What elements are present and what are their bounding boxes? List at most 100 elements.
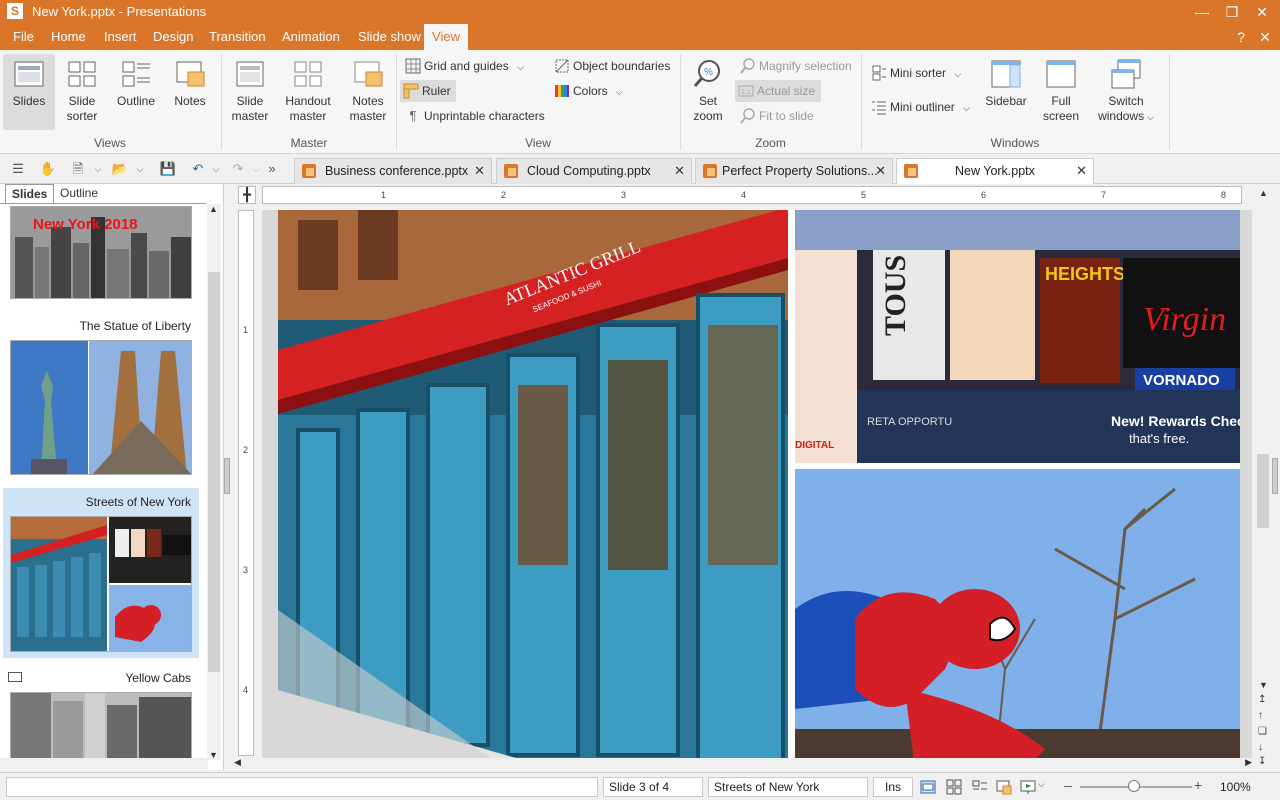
colors-dropdown[interactable]: Colors ⌵ bbox=[551, 80, 623, 102]
menu-file[interactable]: File bbox=[7, 24, 40, 50]
insert-mode-status[interactable]: Ins bbox=[873, 777, 913, 797]
restaurant-photo[interactable]: ATLANTIC GRILL SEAFOOD & SUSHI bbox=[278, 210, 788, 758]
mini-sorter-button[interactable]: Mini sorter ⌵ bbox=[868, 62, 961, 84]
scrollbar-thumb[interactable] bbox=[1257, 454, 1269, 528]
object-boundaries-toggle[interactable]: Object boundaries bbox=[551, 55, 670, 77]
slide-thumbnail[interactable]: New York 2018 bbox=[10, 206, 192, 299]
notes-view-status-icon[interactable] bbox=[996, 779, 1012, 795]
set-zoom-button[interactable]: % Set zoom bbox=[686, 54, 730, 130]
full-screen-button[interactable]: Full screen bbox=[1038, 54, 1084, 130]
scroll-up-icon[interactable]: ▲ bbox=[209, 204, 218, 214]
mini-outliner-button[interactable]: Mini outliner ⌵ bbox=[868, 96, 970, 118]
tab-slides[interactable]: Slides bbox=[5, 184, 55, 204]
menu-design[interactable]: Design bbox=[147, 24, 199, 50]
hamburger-menu-icon[interactable]: ☰ bbox=[8, 159, 28, 179]
previous-page-icon[interactable]: ↑ bbox=[1258, 710, 1263, 721]
ruler-toggle[interactable]: Ruler bbox=[400, 80, 456, 102]
zoom-out-button[interactable]: – bbox=[1064, 777, 1072, 793]
doc-tab-perfect-property[interactable]: Perfect Property Solutions... ✕ bbox=[695, 158, 893, 184]
close-window-button[interactable]: ✕ bbox=[1252, 2, 1272, 22]
menu-animation[interactable]: Animation bbox=[276, 24, 346, 50]
scroll-left-icon[interactable]: ◀ bbox=[234, 757, 241, 768]
panel-resize-handle[interactable] bbox=[224, 458, 230, 494]
magnify-selection-button[interactable]: Magnify selection bbox=[737, 55, 852, 77]
chevron-down-icon[interactable]: ⌵ bbox=[130, 159, 150, 179]
close-tab-icon[interactable]: ✕ bbox=[875, 159, 886, 183]
horizontal-ruler[interactable]: 1 2 3 4 5 6 7 8 bbox=[262, 186, 1242, 204]
slide-thumbnail-selected[interactable] bbox=[10, 516, 192, 652]
close-tab-icon[interactable]: ✕ bbox=[1076, 159, 1087, 183]
minimize-button[interactable]: — bbox=[1192, 2, 1212, 22]
chevron-down-icon[interactable]: ⌵ bbox=[88, 159, 108, 179]
canvas-horizontal-scrollbar[interactable]: ◀ ▶ bbox=[232, 757, 1254, 770]
previous-slide-icon[interactable]: ↥ bbox=[1258, 694, 1266, 705]
parade-balloon-photo[interactable] bbox=[795, 469, 1240, 758]
undo-icon[interactable]: ↶ bbox=[188, 159, 208, 179]
slide-show-icon[interactable] bbox=[1020, 779, 1036, 795]
slide-sorter-view-icon[interactable] bbox=[946, 779, 962, 795]
grid-and-guides-button[interactable]: Grid and guides ⌵ bbox=[402, 55, 524, 77]
ruler-origin-button[interactable]: ╋ bbox=[238, 186, 256, 204]
menu-view[interactable]: View bbox=[424, 24, 468, 50]
outline-view-status-icon[interactable] bbox=[972, 779, 988, 795]
slide-thumbnail[interactable] bbox=[10, 340, 192, 475]
scrollbar-thumb[interactable] bbox=[208, 272, 220, 672]
help-icon[interactable]: ? bbox=[1232, 28, 1250, 46]
switch-windows-button[interactable]: Switch windows ⌵ bbox=[1094, 54, 1158, 130]
slides-panel-hscroll[interactable] bbox=[0, 758, 208, 770]
menu-home[interactable]: Home bbox=[45, 24, 92, 50]
scroll-up-icon[interactable]: ▲ bbox=[1259, 188, 1268, 198]
close-tab-icon[interactable]: ✕ bbox=[674, 159, 685, 183]
open-folder-icon[interactable]: 📂 bbox=[110, 159, 130, 179]
slide-sorter-button[interactable]: Slide sorter bbox=[58, 54, 106, 130]
save-icon[interactable]: 💾 bbox=[158, 159, 178, 179]
next-slide-icon[interactable]: ↧ bbox=[1258, 756, 1266, 767]
slide-master-button[interactable]: Slide master bbox=[226, 54, 274, 130]
handout-master-button[interactable]: Handout master bbox=[280, 54, 336, 130]
outline-view-button[interactable]: Outline bbox=[112, 54, 160, 130]
zoom-in-button[interactable]: + bbox=[1194, 777, 1202, 793]
zoom-slider-thumb[interactable] bbox=[1128, 780, 1140, 792]
notes-master-button[interactable]: Notes master bbox=[342, 54, 394, 130]
canvas-vertical-scrollbar[interactable]: ▲ ▼ ↥ ↑ ❏ ↓ ↧ bbox=[1256, 186, 1270, 772]
doc-tab-cloud-computing[interactable]: Cloud Computing.pptx ✕ bbox=[496, 158, 692, 184]
slide[interactable]: ATLANTIC GRILL SEAFOOD & SUSHI TOUS HEIG… bbox=[278, 210, 1240, 758]
close-tab-icon[interactable]: ✕ bbox=[474, 159, 485, 183]
scroll-right-icon[interactable]: ▶ bbox=[1245, 757, 1252, 768]
chevron-down-icon[interactable]: ⌵ bbox=[206, 159, 226, 179]
browse-object-icon[interactable]: ❏ bbox=[1258, 726, 1267, 737]
notes-view-button[interactable]: Notes bbox=[166, 54, 214, 130]
doc-tab-business-conference[interactable]: Business conference.pptx ✕ bbox=[294, 158, 492, 184]
fit-to-slide-button[interactable]: Fit to slide bbox=[737, 105, 814, 127]
menu-slide-show[interactable]: Slide show bbox=[352, 24, 427, 50]
chevron-down-icon[interactable]: ⌵ bbox=[1038, 779, 1045, 790]
views-group-label: Views bbox=[94, 136, 126, 150]
doc-tab-new-york[interactable]: New York.pptx ✕ bbox=[896, 158, 1094, 184]
slide-position-status: Slide 3 of 4 bbox=[603, 777, 703, 797]
menu-transition[interactable]: Transition bbox=[203, 24, 272, 50]
zoom-level-status[interactable]: 100% bbox=[1220, 780, 1251, 794]
slide-thumbnail[interactable] bbox=[10, 692, 192, 762]
slide-canvas[interactable]: ATLANTIC GRILL SEAFOOD & SUSHI TOUS HEIG… bbox=[262, 210, 1252, 758]
more-commands-icon[interactable]: » bbox=[262, 159, 282, 179]
slides-view-button[interactable]: Slides bbox=[3, 54, 55, 130]
redo-icon[interactable]: ↷ bbox=[228, 159, 248, 179]
new-document-icon[interactable]: 🗎 bbox=[68, 159, 88, 179]
panel-resize-handle[interactable] bbox=[1272, 458, 1278, 494]
vertical-ruler[interactable]: 1 2 3 4 bbox=[238, 210, 254, 756]
scroll-down-icon[interactable]: ▼ bbox=[1259, 680, 1268, 690]
sidebar-button[interactable]: Sidebar bbox=[982, 54, 1030, 130]
unprintable-characters-toggle[interactable]: ¶ Unprintable characters bbox=[402, 105, 545, 127]
actual-size-button[interactable]: 1:1 Actual size bbox=[735, 80, 821, 102]
scroll-down-icon[interactable]: ▼ bbox=[209, 750, 218, 760]
restore-button[interactable]: ❐ bbox=[1222, 2, 1242, 22]
normal-view-icon[interactable] bbox=[920, 779, 936, 795]
status-bar: Slide 3 of 4 Streets of New York Ins ⌵ –… bbox=[0, 772, 1280, 800]
close-document-icon[interactable]: ✕ bbox=[1256, 28, 1274, 46]
times-square-photo[interactable]: TOUS HEIGHTS Virgin VORNADO RETA OPPORTU… bbox=[795, 210, 1240, 463]
next-page-icon[interactable]: ↓ bbox=[1258, 742, 1263, 753]
menu-insert[interactable]: Insert bbox=[98, 24, 143, 50]
slides-panel-scrollbar[interactable]: ▲ ▼ bbox=[207, 204, 221, 760]
tab-outline[interactable]: Outline bbox=[54, 184, 104, 204]
touch-mode-icon[interactable]: ✋ bbox=[38, 159, 58, 179]
